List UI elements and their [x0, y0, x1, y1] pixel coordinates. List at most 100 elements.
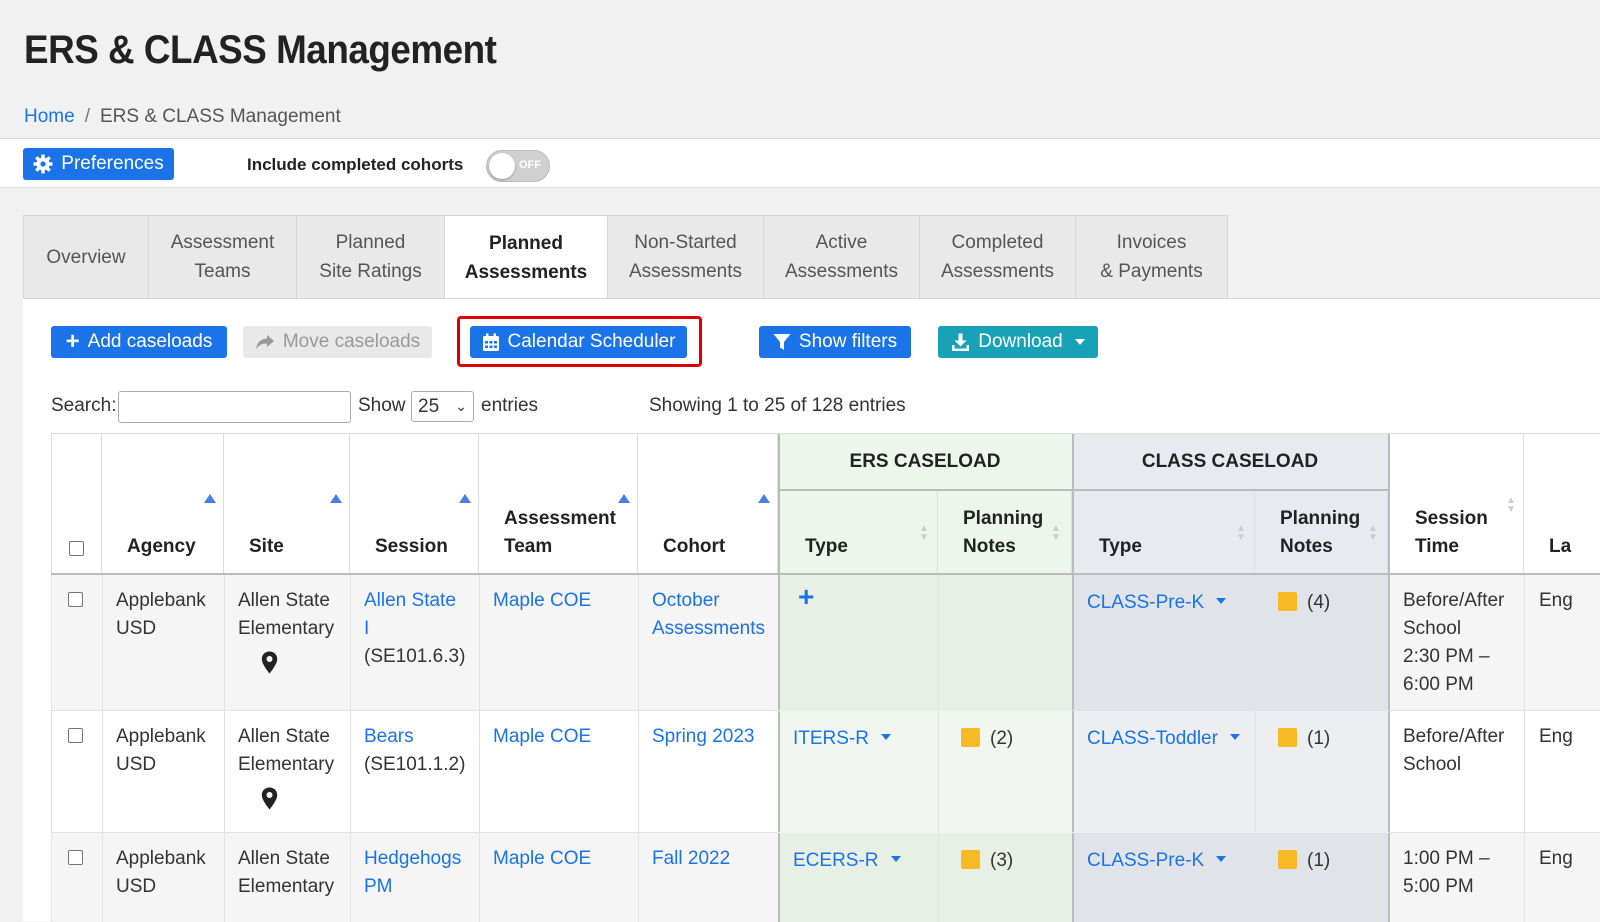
session-time-cell: 1:00 PM –5:00 PM	[1403, 848, 1490, 897]
show-filters-button[interactable]: Show filters	[759, 326, 911, 358]
preferences-bar: Preferences Include completed cohorts OF…	[0, 138, 1600, 188]
ers-type-dropdown[interactable]: ECERS-R	[793, 833, 901, 922]
tab-planned-site-ratings[interactable]: Planned Site Ratings	[296, 215, 445, 299]
ers-caseload-header: ERS CASELOAD	[778, 434, 1072, 491]
page-size-select[interactable]: 25 ⌄	[411, 391, 474, 422]
table-row: Applebank USD Allen State Elementary Allen…	[51, 575, 1600, 711]
header-ers-planning-notes[interactable]: ▲ ▼ Planning Notes	[938, 491, 1072, 575]
session-link[interactable]: Bears	[364, 723, 465, 751]
calendar-scheduler-button[interactable]: Calendar Scheduler	[470, 326, 687, 358]
chevron-down-icon	[1074, 339, 1085, 345]
agency-cell: Applebank USD	[116, 726, 206, 775]
map-pin-icon[interactable]	[261, 787, 278, 810]
chevron-down-icon	[881, 734, 891, 740]
download-button[interactable]: Download	[938, 326, 1098, 358]
show-label: Show	[358, 395, 406, 416]
tab-assessment-teams[interactable]: Assessment Teams	[148, 215, 297, 299]
download-label: Download	[978, 331, 1063, 352]
ers-type-dropdown[interactable]: ITERS-R	[793, 711, 891, 832]
table-row: Applebank USD Allen State Elementary Hedge…	[51, 833, 1600, 922]
header-cohort[interactable]: Cohort	[638, 434, 778, 575]
include-completed-toggle[interactable]: OFF	[486, 150, 550, 182]
tab-planned-assessments[interactable]: Planned Assessments	[444, 215, 608, 300]
session-cell: Hedgehogs PM	[364, 833, 461, 922]
toggle-knob	[489, 153, 515, 179]
show-filters-label: Show filters	[798, 331, 898, 352]
calendar-icon	[482, 333, 499, 351]
sticky-note-icon	[961, 728, 980, 747]
session-link[interactable]: Hedgehogs PM	[364, 845, 461, 901]
header-language[interactable]: La	[1524, 434, 1600, 575]
move-caseloads-button[interactable]: Move caseloads	[243, 326, 432, 358]
tab-non-started-assessments[interactable]: Non-Started Assessments	[607, 215, 764, 299]
team-link[interactable]: Maple COE	[493, 575, 591, 710]
cohort-link[interactable]: Spring 2023	[652, 711, 754, 832]
breadcrumb-home-link[interactable]: Home	[24, 106, 75, 127]
class-type-dropdown[interactable]: CLASS-Pre-K	[1087, 833, 1227, 922]
sort-asc-icon	[618, 494, 630, 503]
class-type-dropdown[interactable]: CLASS-Pre-K	[1087, 575, 1227, 710]
cohort-link[interactable]: Fall 2022	[652, 833, 730, 922]
filter-icon	[773, 334, 791, 350]
breadcrumb-separator: /	[84, 106, 90, 127]
header-ers-type[interactable]: ▲ ▼ Type	[778, 491, 938, 575]
ers-cell-bg	[778, 575, 1072, 711]
plus-icon: +	[65, 328, 80, 355]
agency-cell: Applebank USD	[116, 590, 206, 639]
sort-icon: ▲ ▼	[1236, 523, 1246, 543]
session-link[interactable]: Allen State I	[364, 587, 465, 643]
header-session-time[interactable]: ▲ ▼ Session Time	[1388, 434, 1524, 575]
class-notes-cell[interactable]: (4)	[1278, 575, 1330, 710]
ers-notes-cell[interactable]: (3)	[961, 833, 1013, 922]
row-checkbox[interactable]	[68, 592, 83, 607]
sort-asc-icon	[758, 494, 770, 503]
ers-notes-cell[interactable]: (2)	[961, 711, 1013, 832]
entries-label: entries	[481, 395, 539, 416]
header-select-all	[51, 434, 102, 575]
session-cell: Allen State I (SE101.6.3)	[364, 575, 465, 710]
tab-invoices-payments[interactable]: Invoices & Payments	[1075, 215, 1228, 299]
tab-active-assessments[interactable]: Active Assessments	[763, 215, 920, 299]
header-session[interactable]: Session	[350, 434, 479, 575]
header-site[interactable]: Site	[224, 434, 350, 575]
share-arrow-icon	[255, 335, 274, 349]
sort-icon: ▲ ▼	[1506, 495, 1516, 515]
tab-completed-assessments[interactable]: Completed Assessments	[919, 215, 1076, 299]
search-input[interactable]	[118, 391, 351, 423]
page-title: ERS & CLASS Management	[24, 28, 497, 72]
table-row: Applebank USD Allen State Elementary Bears…	[51, 711, 1600, 833]
language-cell: Eng	[1539, 726, 1573, 747]
class-type-dropdown[interactable]: CLASS-Toddler	[1087, 711, 1240, 832]
add-caseloads-label: Add caseloads	[87, 331, 213, 352]
calendar-scheduler-label: Calendar Scheduler	[507, 331, 676, 352]
tab-content: + Add caseloads Move caseloads Calendar …	[23, 298, 1600, 922]
chevron-down-icon	[1229, 734, 1240, 740]
row-checkbox[interactable]	[68, 728, 83, 743]
team-link[interactable]: Maple COE	[493, 711, 591, 832]
preferences-button[interactable]: Preferences	[23, 148, 174, 180]
tab-overview[interactable]: Overview	[23, 215, 149, 299]
map-pin-icon[interactable]	[261, 651, 278, 674]
main-panel: Overview Assessment Teams Planned Site Rat…	[23, 215, 1600, 922]
class-notes-cell[interactable]: (1)	[1278, 711, 1330, 832]
team-link[interactable]: Maple COE	[493, 833, 591, 922]
header-assessment-team[interactable]: Assessment Team	[479, 434, 638, 575]
select-all-checkbox[interactable]	[69, 541, 84, 556]
header-class-type[interactable]: ▲ ▼ Type	[1072, 491, 1255, 575]
breadcrumb-current: ERS & CLASS Management	[99, 106, 341, 127]
sticky-note-icon	[1278, 850, 1297, 869]
add-icon[interactable]: +	[798, 581, 814, 612]
sort-asc-icon	[459, 494, 471, 503]
class-notes-cell[interactable]: (1)	[1278, 833, 1330, 922]
language-cell: Eng	[1539, 848, 1573, 869]
cohort-link[interactable]: October Assessments	[652, 575, 765, 710]
site-cell: Allen State Elementary	[238, 711, 334, 832]
add-caseloads-button[interactable]: + Add caseloads	[51, 326, 227, 358]
sort-asc-icon	[204, 494, 216, 503]
page-size-value: 25	[418, 396, 440, 417]
header-agency[interactable]: Agency	[102, 434, 224, 575]
row-checkbox[interactable]	[68, 850, 83, 865]
ers-type-cell: +	[798, 575, 814, 710]
toggle-state-text: OFF	[519, 159, 541, 171]
header-class-planning-notes[interactable]: ▲ ▼ Planning Notes	[1255, 491, 1388, 575]
